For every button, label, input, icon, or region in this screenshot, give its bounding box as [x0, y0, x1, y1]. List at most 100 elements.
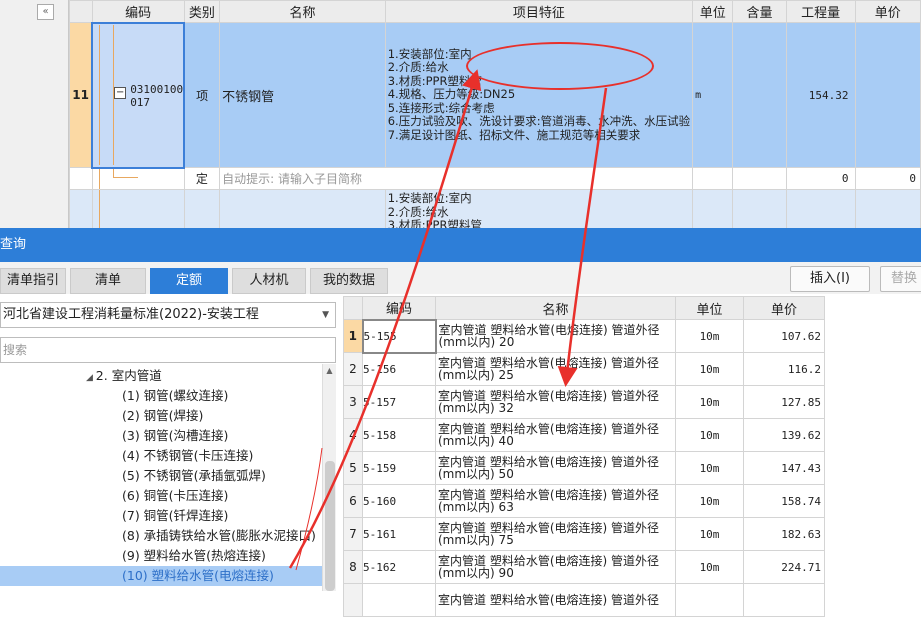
content-header[interactable]: 含量 [732, 0, 787, 23]
name-hint[interactable]: 自动提示: 请输入子目简称 [219, 167, 694, 190]
table-row[interactable]: 6 5-160 室内管道 塑料给水管(电熔连接) 管道外径(mm以内) 63 10m 1… [343, 484, 825, 518]
name-cell[interactable]: 室内管道 塑料给水管(电熔连接) 管道外径(mm以内) 90 [435, 550, 676, 584]
content-cell [732, 189, 787, 228]
tree-item[interactable]: (1) 钢管(螺纹连接) [122, 386, 228, 406]
name-cell[interactable]: 室内管道 塑料给水管(电熔连接) 管道外径(mm以内) 20 [435, 319, 676, 353]
unit-header[interactable]: 单位 [692, 0, 734, 23]
features-header[interactable]: 项目特征 [384, 0, 694, 23]
ding-row[interactable]: 定 自动提示: 请输入子目简称 0 0 [69, 167, 921, 190]
code-cell[interactable]: 5-156 [362, 352, 436, 386]
name-cell[interactable]: 室内管道 塑料给水管(电熔连接) 管道外径(mm以内) 75 [435, 517, 676, 551]
name-cell[interactable] [219, 189, 386, 228]
replace-button[interactable]: 替换 [880, 266, 921, 292]
tab-quota[interactable]: 定额 [150, 268, 228, 294]
code-cell[interactable]: 5-162 [362, 550, 436, 584]
tree-item[interactable]: (2) 钢管(焊接) [122, 406, 203, 426]
content-cell [732, 167, 787, 190]
code-cell[interactable] [362, 583, 436, 617]
table-row[interactable]: 7 5-161 室内管道 塑料给水管(电熔连接) 管道外径(mm以内) 75 10m 1… [343, 517, 825, 551]
row-number: 7 [343, 517, 363, 551]
table-row-selected[interactable]: 11 − 031001003017 项 不锈钢管 1.安装部位:室内 2.介质:… [69, 21, 921, 169]
tree-node-parent[interactable]: ◢ 2. 室内管道 [86, 366, 162, 386]
library-select[interactable]: 河北省建设工程消耗量标准(2022)-安装工程 ▼ [0, 302, 336, 328]
code-cell[interactable] [91, 189, 185, 228]
unit-cell: 10m [675, 385, 744, 419]
scroll-up-icon[interactable]: ▲ [323, 366, 336, 375]
insert-button[interactable]: 插入(I) [790, 266, 870, 292]
name-header[interactable]: 名称 [219, 0, 386, 23]
name-cell[interactable]: 室内管道 塑料给水管(电熔连接) 管道外径(mm以内) 25 [435, 352, 676, 386]
tree-node-label: 2. 室内管道 [95, 368, 162, 383]
price-cell[interactable] [854, 22, 921, 168]
row-number: 3 [343, 385, 363, 419]
code-header[interactable]: 编码 [91, 0, 185, 23]
table-row[interactable]: 1 5-155 室内管道 塑料给水管(电熔连接) 管道外径(mm以内) 20 10m 1… [343, 318, 825, 354]
tree-item[interactable]: (6) 铜管(卡压连接) [122, 486, 228, 506]
table-row[interactable]: 1.安装部位:室内 2.介质:给水 3.材质:PPR塑料管 [69, 189, 921, 228]
tab-materials[interactable]: 人材机 [232, 268, 306, 294]
table-row[interactable]: 4 5-158 室内管道 塑料给水管(电熔连接) 管道外径(mm以内) 40 10m 1… [343, 418, 825, 452]
unit-header[interactable]: 单位 [675, 296, 744, 320]
chevron-down-icon[interactable]: ▼ [322, 303, 329, 327]
code-cell[interactable]: 5-161 [362, 517, 436, 551]
scroll-thumb[interactable] [325, 461, 335, 591]
tree-item[interactable]: (8) 承插铸铁给水管(膨胀水泥接口) [122, 526, 316, 546]
price-cell: 182.63 [743, 517, 825, 551]
name-cell[interactable]: 室内管道 塑料给水管(电熔连接) 管道外径(mm以内) 63 [435, 484, 676, 518]
feature-line: 5.连接形式:综合考虑 [387, 100, 495, 115]
content-cell [732, 22, 787, 168]
row-number: 6 [343, 484, 363, 518]
price-cell[interactable]: 0 [854, 167, 921, 190]
name-cell[interactable]: 室内管道 塑料给水管(电熔连接) 管道外径 [435, 583, 676, 617]
table-row[interactable]: 5 5-159 室内管道 塑料给水管(电熔连接) 管道外径(mm以内) 50 10m 1… [343, 451, 825, 485]
left-collapsed-pane: « [0, 0, 69, 228]
table-row[interactable]: 8 5-162 室内管道 塑料给水管(电熔连接) 管道外径(mm以内) 90 10m 2… [343, 550, 825, 584]
tree-scrollbar[interactable]: ▲ [322, 364, 336, 591]
expand-icon[interactable]: − [114, 87, 127, 99]
features-cell[interactable]: 1.安装部位:室内 2.介质:给水 3.材质:PPR塑料管 [384, 189, 694, 228]
quantity-cell[interactable]: 0 [785, 167, 856, 190]
tree-item[interactable]: (4) 不锈钢管(卡压连接) [122, 446, 253, 466]
name-header[interactable]: 名称 [435, 296, 676, 320]
tab-my-data[interactable]: 我的数据 [310, 268, 388, 294]
code-cell[interactable]: 5-159 [362, 451, 436, 485]
code-cell[interactable]: 5-155 [361, 318, 437, 354]
code-text: 031001003017 [130, 83, 185, 109]
name-cell[interactable]: 室内管道 塑料给水管(电熔连接) 管道外径(mm以内) 32 [435, 385, 676, 419]
tree-item[interactable]: (3) 钢管(沟槽连接) [122, 426, 228, 446]
tree-item[interactable]: (9) 塑料给水管(热熔连接) [122, 546, 266, 566]
price-cell [743, 583, 825, 617]
code-header[interactable]: 编码 [362, 296, 436, 320]
name-cell[interactable]: 不锈钢管 [219, 22, 386, 168]
tree-item[interactable]: (7) 铜管(钎焊连接) [122, 506, 228, 526]
quantity-header[interactable]: 工程量 [785, 0, 856, 23]
search-input[interactable]: 搜索 [0, 337, 336, 363]
row-number [69, 167, 93, 190]
price-cell: 139.62 [743, 418, 825, 452]
name-cell[interactable]: 室内管道 塑料给水管(电熔连接) 管道外径(mm以内) 50 [435, 451, 676, 485]
code-cell[interactable]: 5-158 [362, 418, 436, 452]
table-row[interactable]: 2 5-156 室内管道 塑料给水管(电熔连接) 管道外径(mm以内) 25 10m 1… [343, 352, 825, 386]
code-cell[interactable]: 5-157 [362, 385, 436, 419]
table-row[interactable]: 室内管道 塑料给水管(电熔连接) 管道外径 [343, 583, 825, 617]
code-cell[interactable]: − 031001003017 [91, 21, 186, 169]
code-cell[interactable] [91, 167, 185, 190]
price-cell: 224.71 [743, 550, 825, 584]
tree-item[interactable]: (5) 不锈钢管(承插氩弧焊) [122, 466, 266, 486]
code-cell[interactable]: 5-160 [362, 484, 436, 518]
unit-cell: 10m [675, 451, 744, 485]
name-cell[interactable]: 室内管道 塑料给水管(电熔连接) 管道外径(mm以内) 40 [435, 418, 676, 452]
quantity-cell[interactable] [785, 189, 856, 228]
collapse-arrow-icon[interactable]: ◢ [86, 373, 96, 383]
price-header[interactable]: 单价 [854, 0, 921, 23]
price-cell[interactable] [854, 189, 921, 228]
table-row[interactable]: 3 5-157 室内管道 塑料给水管(电熔连接) 管道外径(mm以内) 32 10m 1… [343, 385, 825, 419]
tab-guide[interactable]: 清单指引 [0, 268, 66, 294]
annotation-circle [466, 42, 654, 90]
tab-list[interactable]: 清单 [70, 268, 146, 294]
type-header[interactable]: 类别 [183, 0, 221, 23]
collapse-icon[interactable]: « [37, 4, 54, 20]
quantity-cell[interactable]: 154.32 [785, 22, 856, 168]
tree-item-selected[interactable]: (10) 塑料给水管(电熔连接) [0, 566, 322, 586]
price-header[interactable]: 单价 [743, 296, 825, 320]
